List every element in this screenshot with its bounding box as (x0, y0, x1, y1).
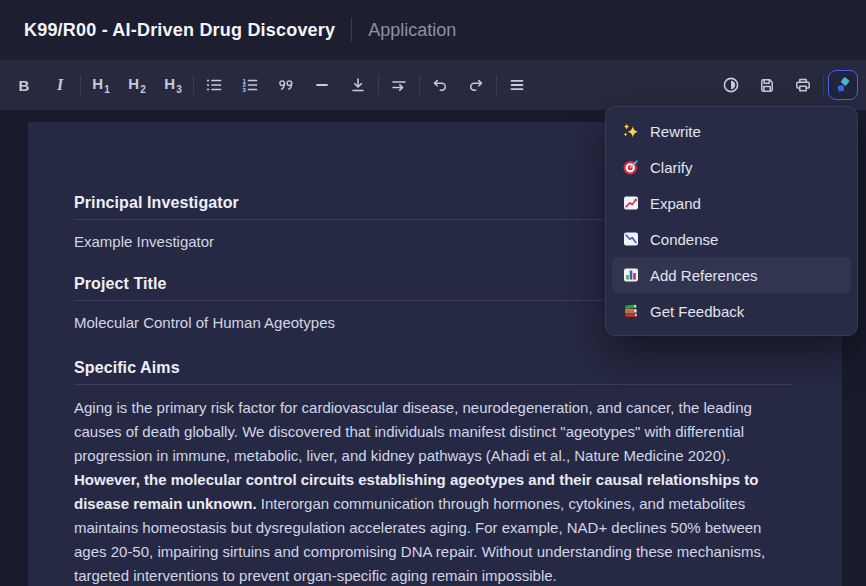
italic-button[interactable]: I (42, 71, 78, 99)
toolbar-separator (823, 75, 824, 95)
undo-icon (431, 76, 449, 94)
heading3-icon: H3 (164, 75, 181, 95)
toolbar-separator (378, 75, 379, 95)
toolbar-right (713, 70, 858, 100)
align-justify-icon (508, 76, 526, 94)
horizontal-rule-button[interactable] (304, 71, 340, 99)
menu-item-expand[interactable]: Expand (612, 185, 851, 221)
blockquote-button[interactable] (268, 71, 304, 99)
text-wrap-button[interactable] (381, 71, 417, 99)
sparkles-icon (622, 122, 640, 140)
bullet-list-button[interactable] (196, 71, 232, 99)
save-button[interactable] (749, 71, 785, 99)
chart-increasing-icon (622, 194, 640, 212)
toolbar: B I H1 H2 H3 123 (0, 60, 866, 110)
toolbar-separator (80, 75, 81, 95)
menu-item-label: Clarify (650, 159, 693, 176)
heading3-button[interactable]: H3 (155, 71, 191, 99)
toolbar-separator (496, 75, 497, 95)
contrast-icon (722, 76, 740, 94)
menu-item-condense[interactable]: Condense (612, 221, 851, 257)
menu-item-label: Get Feedback (650, 303, 744, 320)
menu-item-clarify[interactable]: Clarify (612, 149, 851, 185)
ordered-list-button[interactable]: 123 (232, 71, 268, 99)
ai-actions-menu: Rewrite Clarify Expand Condense Add Refe… (605, 106, 858, 336)
svg-text:3: 3 (243, 87, 247, 93)
menu-item-label: Condense (650, 231, 718, 248)
ordered-list-icon: 123 (241, 76, 259, 94)
document-title: K99/R00 - AI-Driven Drug Discovery (24, 20, 335, 41)
download-icon (349, 76, 367, 94)
menu-item-label: Add References (650, 267, 758, 284)
redo-icon (467, 76, 485, 94)
ai-sticker-icon (834, 76, 852, 94)
contrast-button[interactable] (713, 71, 749, 99)
app-header: K99/R00 - AI-Driven Drug Discovery Appli… (0, 0, 866, 60)
ai-assistant-button[interactable] (828, 70, 858, 100)
menu-item-rewrite[interactable]: Rewrite (612, 113, 851, 149)
menu-item-label: Rewrite (650, 123, 701, 140)
specific-aims-paragraph: Aging is the primary risk factor for car… (74, 396, 792, 586)
header-divider (351, 18, 352, 42)
bold-button[interactable]: B (6, 71, 42, 99)
menu-item-label: Expand (650, 195, 701, 212)
heading1-button[interactable]: H1 (83, 71, 119, 99)
menu-item-get-feedback[interactable]: Get Feedback (612, 293, 851, 329)
chart-decreasing-icon (622, 230, 640, 248)
bar-chart-icon (622, 266, 640, 284)
text-wrap-icon (390, 76, 408, 94)
heading1-icon: H1 (92, 75, 109, 95)
redo-button[interactable] (458, 71, 494, 99)
bold-icon: B (19, 77, 30, 94)
toolbar-separator (193, 75, 194, 95)
heading2-button[interactable]: H2 (119, 71, 155, 99)
horizontal-rule-icon (313, 76, 331, 94)
undo-button[interactable] (422, 71, 458, 99)
toolbar-separator (419, 75, 420, 95)
align-justify-button[interactable] (499, 71, 535, 99)
print-icon (794, 76, 812, 94)
italic-icon: I (57, 76, 63, 94)
menu-item-add-references[interactable]: Add References (612, 257, 851, 293)
download-button[interactable] (340, 71, 376, 99)
dart-target-icon (622, 158, 640, 176)
section-heading-specific-aims: Specific Aims (74, 359, 792, 377)
books-icon (622, 302, 640, 320)
section-rule (74, 384, 792, 385)
print-button[interactable] (785, 71, 821, 99)
toolbar-left: B I H1 H2 H3 123 (6, 71, 535, 99)
blockquote-icon (277, 76, 295, 94)
heading2-icon: H2 (128, 75, 145, 95)
tab-application[interactable]: Application (368, 20, 456, 41)
save-icon (758, 76, 776, 94)
bullet-list-icon (205, 76, 223, 94)
